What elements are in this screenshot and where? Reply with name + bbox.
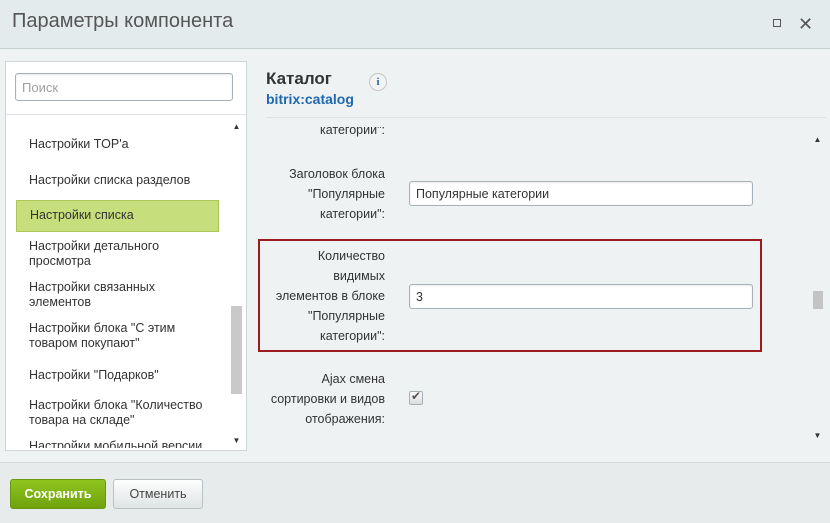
component-heading: Каталог (266, 69, 332, 88)
count-label-line1: Количество (317, 249, 385, 263)
block-title-label-line3: категории": (319, 207, 385, 221)
block-title-label: Заголовок блока "Популярные категории": (258, 164, 385, 224)
close-icon[interactable]: ✕ (798, 15, 813, 33)
form-scroll-thumb[interactable] (813, 291, 823, 309)
cut-field-label: категории": (319, 127, 385, 137)
component-code: bitrix:catalog (266, 91, 354, 107)
sidebar-scrollbar[interactable]: ▲ ▼ (231, 122, 242, 446)
info-icon[interactable]: i (369, 73, 387, 91)
sidebar-divider (6, 114, 246, 115)
ajax-label-line1: Ajax смена (321, 372, 385, 386)
settings-form: категории": Заголовок блока "Популярные … (258, 127, 810, 447)
search-input[interactable] (15, 73, 233, 101)
sidebar-item-gifts[interactable]: Настройки "Подарков" (16, 368, 218, 383)
scroll-down-icon[interactable]: ▼ (231, 436, 242, 446)
maximize-icon[interactable] (771, 17, 785, 31)
dialog-footer: Сохранить Отменить (0, 462, 830, 523)
block-title-input[interactable] (409, 181, 753, 206)
checkmark-icon: ✔ (411, 389, 422, 403)
form-scroll-up-icon[interactable]: ▲ (812, 135, 823, 145)
visible-count-label: Количество видимых элементов в блоке "По… (258, 246, 385, 346)
ajax-sort-checkbox[interactable]: ✔ (409, 389, 423, 405)
ajax-label-line3: отображения: (305, 412, 385, 426)
visible-count-input[interactable] (409, 284, 753, 309)
form-scrollbar[interactable]: ▲ ▼ (810, 135, 824, 447)
dialog-content: Настройки TOP'а Настройки списка раздело… (0, 49, 830, 462)
cancel-button[interactable]: Отменить (113, 479, 203, 509)
block-title-label-line1: Заголовок блока (289, 167, 385, 181)
count-label-line2: видимых (333, 269, 385, 283)
ajax-label-line2: сортировки и видов (270, 392, 385, 406)
block-title-label-line2: "Популярные (308, 187, 385, 201)
header-divider (266, 117, 826, 118)
count-label-line4: "Популярные (308, 309, 385, 323)
sidebar: Настройки TOP'а Настройки списка раздело… (5, 61, 247, 451)
sidebar-nav-list: Настройки TOP'а Настройки списка раздело… (16, 122, 228, 448)
sidebar-item-detail-view[interactable]: Настройки детального просмотра (16, 239, 176, 269)
form-scroll-down-icon[interactable]: ▼ (812, 431, 823, 441)
dialog-titlebar: Параметры компонента ✕ (0, 0, 830, 49)
sidebar-item-top[interactable]: Настройки TOP'а (16, 137, 218, 152)
sidebar-item-list-settings[interactable]: Настройки списка (16, 200, 219, 232)
scroll-up-icon[interactable]: ▲ (231, 122, 242, 132)
sidebar-item-mobile[interactable]: Настройки мобильной версии (16, 439, 218, 448)
sidebar-item-sections-list[interactable]: Настройки списка разделов (16, 173, 218, 188)
sidebar-item-also-bought[interactable]: Настройки блока "С этим товаром покупают… (16, 321, 186, 351)
ajax-sort-label: Ajax смена сортировки и видов отображени… (258, 369, 385, 429)
count-label-line5: категории": (319, 329, 385, 343)
dialog-title: Параметры компонента (12, 10, 234, 32)
sidebar-item-related-elements[interactable]: Настройки связанных элементов (16, 280, 166, 310)
save-button[interactable]: Сохранить (10, 479, 106, 509)
sidebar-scroll-thumb[interactable] (231, 306, 242, 394)
sidebar-item-stock-quantity[interactable]: Настройки блока "Количество товара на ск… (16, 398, 216, 428)
count-label-line3: элементов в блоке (275, 289, 385, 303)
